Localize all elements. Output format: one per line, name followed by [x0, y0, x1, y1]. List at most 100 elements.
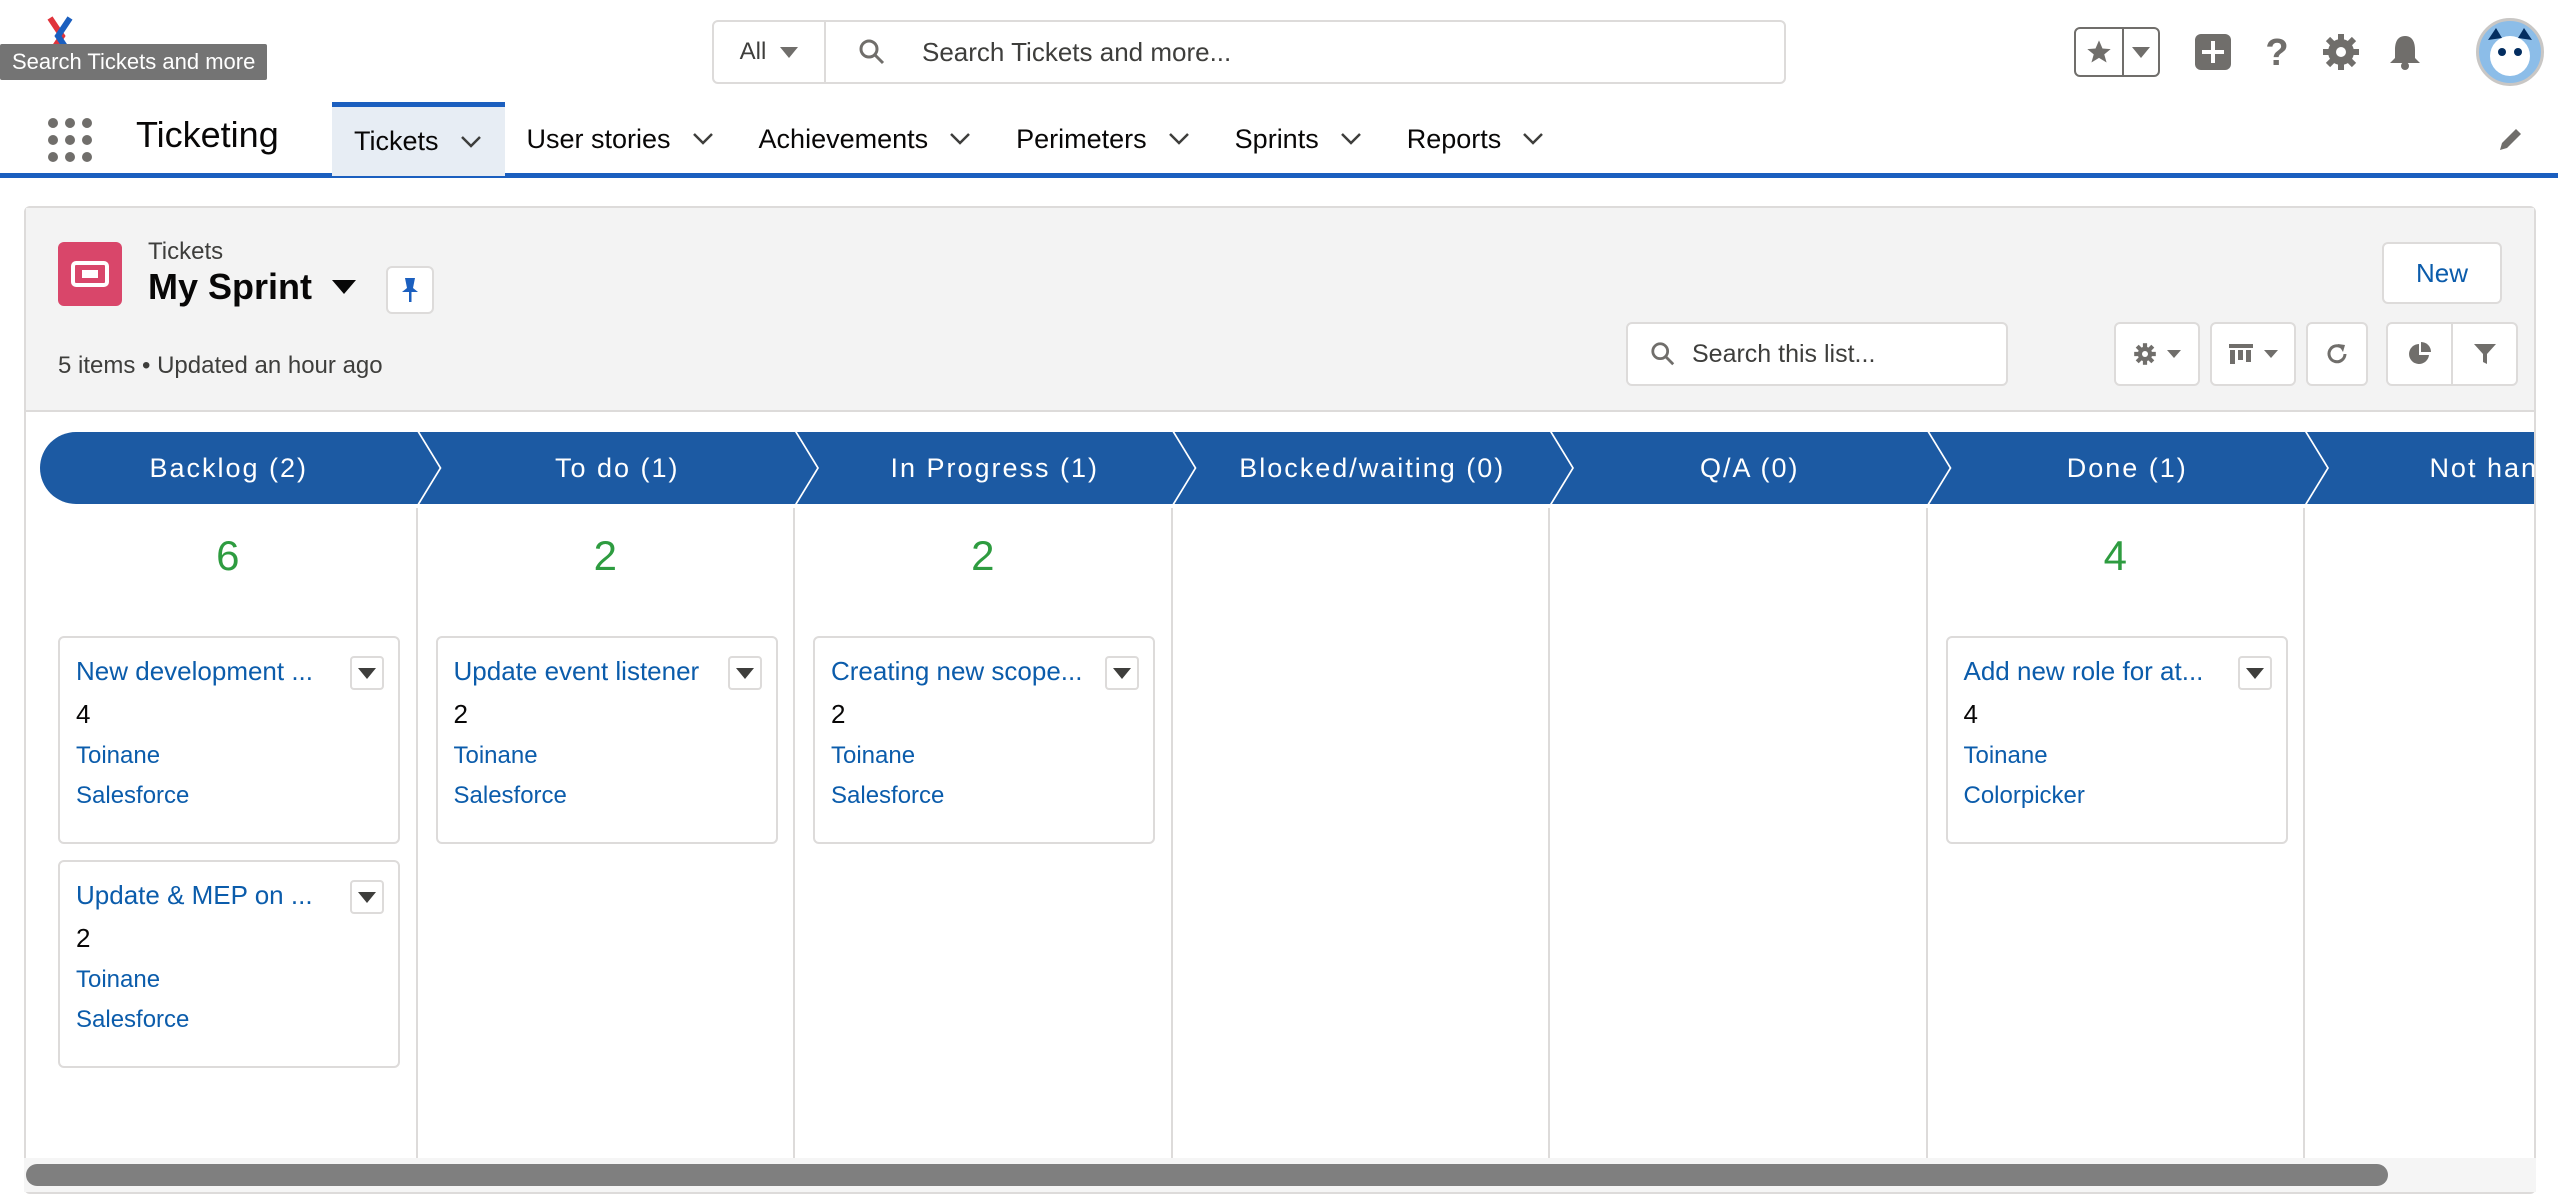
- stage-label[interactable]: In Progress (1): [817, 432, 1173, 504]
- favorites-button[interactable]: [2074, 27, 2160, 77]
- card-owner[interactable]: Toinane: [1964, 742, 2270, 770]
- list-meta: 5 items • Updated an hour ago: [58, 352, 383, 379]
- card-menu-button[interactable]: [350, 656, 384, 690]
- card-points: 2: [453, 699, 468, 729]
- list-search-input[interactable]: Search this list...: [1626, 322, 2008, 386]
- search-scope-dropdown[interactable]: All: [714, 22, 826, 82]
- chart-button[interactable]: [2388, 324, 2451, 384]
- favorites-menu-button[interactable]: [2124, 29, 2158, 75]
- stage-label[interactable]: Done (1): [1950, 432, 2306, 504]
- horizontal-scrollbar[interactable]: [26, 1164, 2388, 1186]
- card-title[interactable]: Add new role for at...: [1964, 656, 2270, 687]
- chevron-down-icon[interactable]: [948, 127, 972, 151]
- stage-label[interactable]: Backlog (2): [40, 432, 418, 504]
- list-settings-button[interactable]: [2114, 322, 2200, 386]
- kanban-column: [2305, 508, 2534, 1176]
- chevron-down-icon[interactable]: [691, 127, 715, 151]
- edit-nav-icon[interactable]: [2496, 124, 2528, 156]
- kanban-card[interactable]: Update event listener 2 Toinane Salesforce: [435, 636, 778, 844]
- card-owner[interactable]: Toinane: [454, 742, 760, 770]
- chevron-down-icon: [2167, 350, 2181, 358]
- kanban-card[interactable]: Creating new scope... 2 Toinane Salesforce: [813, 636, 1155, 844]
- stage-label[interactable]: Blocked/waiting (0): [1195, 432, 1551, 504]
- search-icon: [858, 38, 898, 66]
- kanban-column: 2 Update event listener 2 Toinane Salesforce: [418, 508, 795, 1176]
- tab-achievements[interactable]: Achievements: [737, 102, 995, 176]
- column-sum: 4: [2103, 532, 2127, 579]
- card-project[interactable]: Colorpicker: [1964, 782, 2270, 810]
- tab-tickets[interactable]: Tickets: [332, 102, 505, 176]
- tab-user-stories[interactable]: User stories: [505, 102, 737, 176]
- gear-icon[interactable]: [2318, 29, 2364, 75]
- app-launcher-icon[interactable]: [48, 118, 92, 162]
- card-menu-button[interactable]: [1105, 656, 1139, 690]
- filter-button[interactable]: [2451, 324, 2516, 384]
- card-menu-button[interactable]: [2237, 656, 2272, 690]
- refresh-button[interactable]: [2306, 322, 2368, 386]
- card-title[interactable]: Creating new scope...: [831, 656, 1137, 687]
- card-points: 4: [1963, 699, 1978, 729]
- avatar[interactable]: [2476, 18, 2544, 86]
- card-project[interactable]: Salesforce: [831, 782, 1137, 810]
- chevron-down-icon[interactable]: [1521, 127, 1545, 151]
- chevron-down-icon: [1113, 667, 1131, 679]
- card-title[interactable]: New development ...: [76, 656, 382, 687]
- pin-icon: [402, 278, 418, 302]
- card-owner[interactable]: Toinane: [76, 966, 382, 994]
- chevron-down-icon: [358, 891, 376, 903]
- tab-label: User stories: [526, 123, 671, 154]
- card-owner[interactable]: Toinane: [831, 742, 1137, 770]
- search-input[interactable]: Search Tickets and more...: [922, 37, 1231, 68]
- object-label: Tickets: [148, 238, 224, 265]
- card-title[interactable]: Update event listener: [454, 656, 760, 687]
- stage-label[interactable]: Q/A (0): [1572, 432, 1928, 504]
- card-menu-button[interactable]: [727, 656, 762, 690]
- chevron-down-icon: [735, 667, 754, 679]
- kanban-card[interactable]: Update & MEP on ... 2 Toinane Salesforce: [58, 860, 400, 1068]
- card-title[interactable]: Update & MEP on ...: [76, 880, 382, 911]
- ticket-object-icon: [58, 242, 122, 306]
- tab-label: Reports: [1406, 123, 1502, 154]
- column-sum: 2: [971, 532, 995, 579]
- pin-list-button[interactable]: [386, 266, 434, 314]
- stage-label[interactable]: To do (1): [440, 432, 796, 504]
- chevron-down-icon: [2245, 667, 2264, 679]
- tab-sprints[interactable]: Sprints: [1213, 102, 1385, 176]
- star-icon[interactable]: [2076, 29, 2124, 75]
- stage-label[interactable]: Not handle: [2327, 432, 2534, 504]
- bell-icon[interactable]: [2382, 29, 2428, 75]
- list-view-name: My Sprint: [148, 266, 313, 307]
- add-icon[interactable]: [2190, 29, 2236, 75]
- gear-icon: [2134, 343, 2156, 365]
- refresh-icon: [2327, 344, 2347, 364]
- chevron-down-icon[interactable]: [459, 130, 483, 154]
- list-header: Tickets My Sprint 5 items • Updated an h…: [26, 208, 2534, 412]
- chevron-down-icon: [2132, 46, 2150, 58]
- global-search: All Search Tickets and more...: [712, 20, 1786, 84]
- app-navigation: Ticketing Tickets User stories Achievement…: [0, 102, 2558, 178]
- card-owner[interactable]: Toinane: [76, 742, 382, 770]
- tab-label: Sprints: [1234, 123, 1319, 154]
- tab-reports[interactable]: Reports: [1385, 102, 1568, 176]
- kanban-column: 4 Add new role for at... 4 Toinane Colorpick…: [1928, 508, 2305, 1176]
- kanban-board: Backlog (2) 6 New development ... 4 Toinane S…: [26, 432, 2534, 1176]
- new-button[interactable]: New: [2382, 242, 2502, 304]
- chevron-down-icon[interactable]: [1339, 127, 1363, 151]
- help-icon[interactable]: ?: [2254, 29, 2300, 75]
- svg-text:?: ?: [2265, 32, 2288, 72]
- search-icon: [1651, 342, 1675, 366]
- column-sum: 6: [216, 532, 240, 579]
- card-project[interactable]: Salesforce: [454, 782, 760, 810]
- card-project[interactable]: Salesforce: [76, 782, 382, 810]
- list-view-selector[interactable]: My Sprint: [148, 266, 357, 308]
- card-project[interactable]: Salesforce: [76, 1006, 382, 1034]
- card-menu-button[interactable]: [350, 880, 384, 914]
- tab-label: Perimeters: [1016, 123, 1147, 154]
- chevron-down-icon: [332, 280, 357, 294]
- tab-perimeters[interactable]: Perimeters: [994, 102, 1213, 176]
- kanban-card[interactable]: New development ... 4 Toinane Salesforce: [58, 636, 400, 844]
- chevron-down-icon[interactable]: [1167, 127, 1191, 151]
- header-actions: ?: [2074, 18, 2544, 86]
- display-as-button[interactable]: [2210, 322, 2296, 386]
- kanban-card[interactable]: Add new role for at... 4 Toinane Colorpicke…: [1945, 636, 2288, 844]
